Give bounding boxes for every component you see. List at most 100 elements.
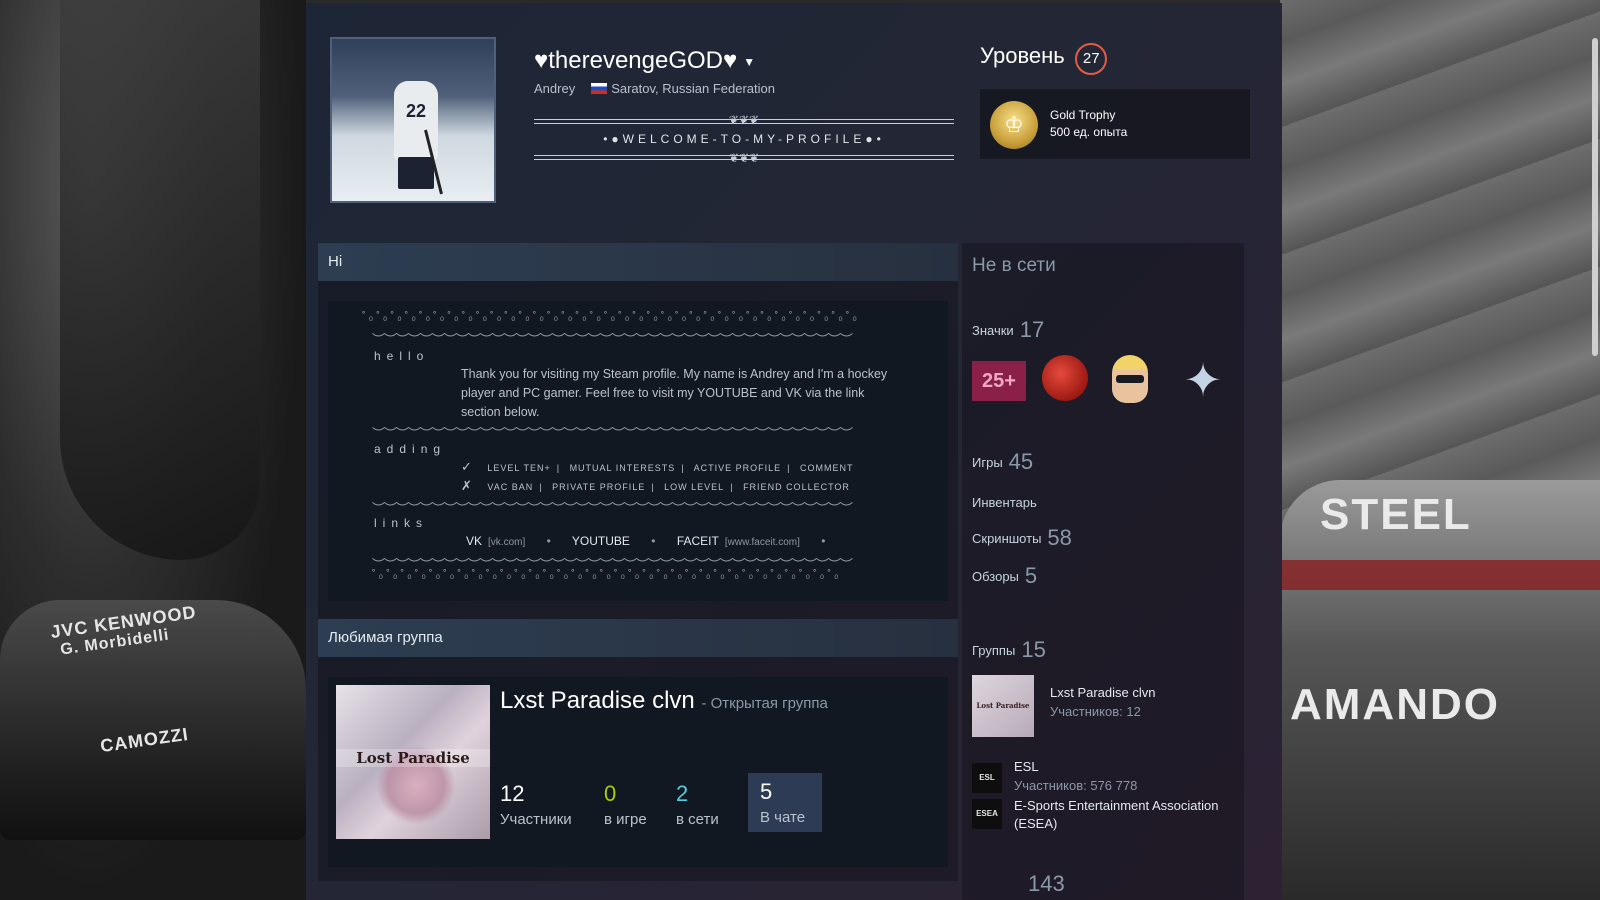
stat-members-label: Участники [500,811,572,828]
stat-online[interactable]: 2 в сети [676,781,719,828]
persona-name-text: ♥therevengeGOD♥ [534,47,738,74]
links-label: links [374,516,429,530]
avatar-jersey-number: 22 [405,101,427,121]
rule-item: PRIVATE PROFILE [552,482,646,492]
decorative-wave: ︶︶︶︶︶︶︶︶︶︶︶︶︶︶︶︶︶︶︶︶︶︶︶︶︶︶︶︶︶︶︶︶︶︶︶︶︶︶︶︶ [372,332,853,347]
car-sponsor-text: CAMOZZI [98,723,190,757]
links-row: VK [vk.com] • YOUTUBE • FACEIT [www.faceit… [466,534,843,548]
persona-name[interactable]: ♥therevengeGOD♥ ▼ [534,47,755,75]
car-stripe [1280,560,1600,590]
link-vk[interactable]: VK [466,534,482,548]
bullet: • [651,534,656,548]
stat-chat-label: В чате [760,809,806,826]
sunglasses-face-badge-icon[interactable] [1112,355,1148,403]
check-icon: ✓ [461,459,472,474]
chevron-down-icon[interactable]: ▼ [743,55,755,69]
group-name-link[interactable]: Lxst Paradise clvn [500,687,695,714]
showcase-favorite-group: Любимая группа Lost Paradise Lxst Paradi… [318,619,958,881]
online-status: Не в сети [972,255,1056,276]
decorative-wave: ︶︶︶︶︶︶︶︶︶︶︶︶︶︶︶︶︶︶︶︶︶︶︶︶︶︶︶︶︶︶︶︶︶︶︶︶︶︶︶︶ [372,501,853,516]
profile-avatar[interactable]: 22 [330,37,496,203]
group-item[interactable]: Lost Paradise Lxst Paradise clvn Участни… [972,675,1242,737]
reviews-count: 5 [1024,563,1038,588]
group-item[interactable]: ESL ESL Участников: 576 778 [972,759,1242,799]
stat-online-label: в сети [676,811,719,828]
reviews-link[interactable]: Обзоры 5 [972,563,1037,589]
stat-chat-count: 5 [760,779,773,804]
group-name[interactable]: E-Sports Entertainment Association (ESEA… [1014,797,1242,833]
wax-seal-badge-icon[interactable] [1042,355,1088,401]
level-box: Уровень 27 ♔ Gold Trophy 500 ед. опыта [980,43,1250,159]
rule-item: LOW LEVEL [664,482,725,492]
link-youtube[interactable]: YOUTUBE [572,534,630,548]
separator: | [787,463,791,473]
games-count: 45 [1008,449,1034,474]
link-faceit[interactable]: FACEIT [677,534,719,548]
friends-count: 143 [1028,871,1065,896]
stat-members[interactable]: 12 Участники [500,781,572,828]
profile-real-name-location: Andrey Saratov, Russian Federation [534,81,775,96]
level-label: Уровень [980,43,1065,69]
trophy-icon: ♔ [990,101,1038,149]
inventory-label: Инвентарь [972,495,1037,510]
showcase-summary: Hi ˚₀˚₀˚₀˚₀˚₀˚₀˚₀˚₀˚₀˚₀˚₀˚₀˚₀˚₀˚₀˚₀˚₀˚₀˚… [318,243,958,619]
adding-label: adding [374,442,447,456]
reviews-label: Обзоры [972,569,1019,584]
stat-chat-button[interactable]: 5 В чате [748,773,822,832]
profile-page: 22 ♥therevengeGOD♥ ▼ Andrey Saratov, Russi… [306,3,1282,900]
background-right: STEEL AMANDO [1280,0,1600,900]
group-logo-text: Lost Paradise [336,749,490,767]
group-thumb: Lost Paradise [972,675,1034,737]
bullet: • [821,534,826,548]
level-badge[interactable]: 27 [1075,43,1108,75]
reject-rules-row: ✗ VAC BAN | PRIVATE PROFILE | LOW LEVEL | F… [461,478,850,494]
avatar-player-legs [398,157,434,189]
stat-ingame[interactable]: 0 в игре [604,781,647,828]
decorative-wave: ︶︶︶︶︶︶︶︶︶︶︶︶︶︶︶︶︶︶︶︶︶︶︶︶︶︶︶︶︶︶︶︶︶︶︶︶︶︶︶︶ [372,426,853,441]
group-avatar[interactable]: Lost Paradise [336,685,490,839]
intro-text: Thank you for visiting my Steam profile.… [461,367,888,419]
screenshots-link[interactable]: Скриншоты 58 [972,525,1072,551]
separator: | [556,463,561,473]
location: Saratov, Russian Federation [611,81,775,96]
car-sponsor-text: STEEL [1320,490,1472,539]
separator: | [730,482,734,492]
group-name[interactable]: Lxst Paradise clvn [1050,685,1156,700]
stat-online-count: 2 [676,781,689,806]
showcase-header: Hi [318,243,958,281]
accept-rules-row: ✓ LEVEL TEN+ | MUTUAL INTERESTS | ACTIVE P… [461,459,854,475]
hello-label: hello [374,349,430,363]
profile-summary-banner: ❦❦❦ •●WELCOME-TO-MY-PROFILE●• ❦❦❦ [534,113,954,169]
link-domain: [www.faceit.com] [724,537,800,548]
inventory-link[interactable]: Инвентарь [972,495,1037,510]
groups-label: Группы [972,643,1016,658]
groups-link[interactable]: Группы 15 [972,637,1046,663]
friends-link[interactable]: 143 [972,871,1065,897]
badges-link[interactable]: Значки 17 [972,317,1044,343]
esl-logo-icon: ESL [972,763,1002,793]
background-tree [60,0,260,560]
games-link[interactable]: Игры 45 [972,449,1033,475]
decorative-dots: ˚₀˚₀˚₀˚₀˚₀˚₀˚₀˚₀˚₀˚₀˚₀˚₀˚₀˚₀˚₀˚₀˚₀˚₀˚₀˚₀… [362,311,860,323]
separator: | [681,463,685,473]
group-item[interactable]: ESEA E-Sports Entertainment Association … [972,797,1242,837]
russia-flag-icon [591,83,608,94]
showcase-header: Любимая группа [318,619,958,657]
background-left: JVC KENWOOD G. Morbidelli CAMOZZI [0,0,306,900]
cross-icon: ✗ [461,478,472,493]
page-scrollbar[interactable] [1592,38,1598,356]
star-badge-icon[interactable]: ✦ [1178,355,1228,405]
stat-members-count: 12 [500,781,525,806]
group-name[interactable]: ESL [1014,759,1039,774]
profile-header: 22 ♥therevengeGOD♥ ▼ Andrey Saratov, Russi… [306,3,1282,239]
favorite-group-content: Lost Paradise Lxst Paradise clvn - Откры… [328,677,948,867]
trophy-xp: 500 ед. опыта [1050,125,1128,139]
car-sponsor-text: AMANDO [1290,680,1500,729]
bullet: • [546,534,551,548]
favorite-badge[interactable]: ♔ Gold Trophy 500 ед. опыта [980,89,1250,159]
separator: | [539,482,543,492]
background-car-right: STEEL AMANDO [1280,480,1600,900]
rule-item: MUTUAL INTERESTS [569,463,676,473]
badge-25plus-icon[interactable]: 25+ [972,361,1026,401]
group-type: - Открытая группа [701,695,828,712]
